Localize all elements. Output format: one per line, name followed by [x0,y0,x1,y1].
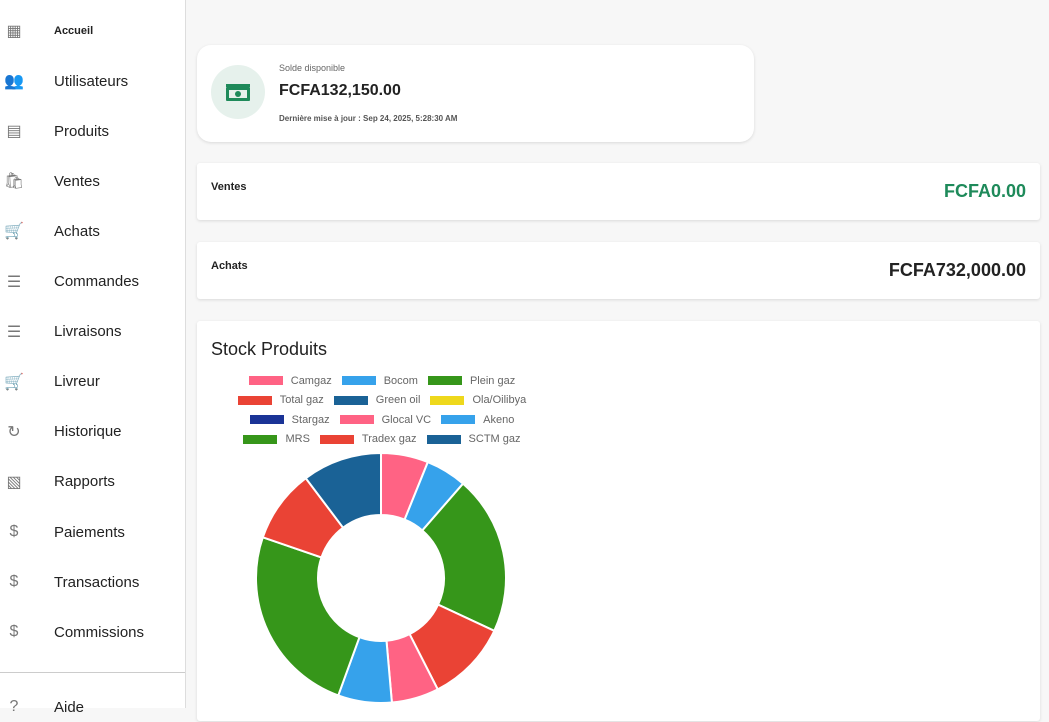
history-icon: ↻ [7,423,21,441]
sidebar-item-label: Aide [54,698,85,716]
report-icon: ▧ [6,473,22,491]
sidebar-item-label: Produits [54,122,110,140]
sidebar-item-achats[interactable]: 🛒 Achats [0,216,185,246]
money-icon [211,65,265,119]
sidebar-item-commissions[interactable]: $ Commissions [0,617,185,647]
shopping-bag-icon: 🛍 [3,173,25,191]
archive-icon: ▤ [6,123,22,141]
sidebar-item-label: Commissions [54,623,145,641]
purchases-label: Achats [211,260,248,272]
sales-amount: FCFA0.00 [943,181,1026,201]
sidebar-item-label: Accueil [54,25,94,37]
slice-mrs[interactable] [255,536,361,697]
sales-label: Ventes [211,181,247,193]
sidebar-item-accueil[interactable]: ▦ Accueil [0,16,185,46]
sidebar-item-label: Utilisateurs [54,72,129,90]
sales-card: Ventes FCFA0.00 [197,163,1040,220]
cart-icon: 🛒 [4,373,24,391]
list-icon: ☰ [6,273,22,291]
sidebar-item-label: Historique [54,423,122,441]
people-icon: 👥 [4,73,24,91]
sidebar-item-transactions[interactable]: $ Transactions [0,567,185,597]
cart-icon: 🛒 [4,223,24,241]
dashboard-icon: ▦ [6,23,22,40]
sidebar-item-label: Transactions [54,573,140,591]
sidebar-item-ventes[interactable]: 🛍 Ventes [0,166,185,196]
help-icon: ? [9,698,19,715]
sidebar-item-commandes[interactable]: ☰ Commandes [0,267,185,297]
sidebar-item-utilisateurs[interactable]: 👥 Utilisateurs [0,66,185,96]
sidebar-item-rapports[interactable]: ▧ Rapports [0,467,185,497]
purchases-amount: FCFA732,000.00 [888,260,1026,280]
sidebar-item-paiements[interactable]: $ Paiements [0,517,185,547]
sidebar-item-produits[interactable]: ▤ Produits [0,116,185,146]
balance-amount: FCFA132,150.00 [279,82,401,99]
list-icon: ☰ [6,323,22,341]
purchases-card: Achats FCFA732,000.00 [197,242,1040,299]
sidebar: ▦ Accueil 👥 Utilisateurs ▤ Produits 🛍 Ventes 🛒 Ac… [0,0,186,716]
sidebar-item-historique[interactable]: ↻ Historique [0,417,185,447]
sidebar-item-livraisons[interactable]: ☰ Livraisons [0,317,185,347]
dollar-icon: $ [9,573,19,591]
sidebar-item-label: Livraisons [54,323,122,341]
last-updated: Dernière mise à jour : Sep 24, 2025, 5:2… [279,114,458,123]
sidebar-item-label: Ventes [54,172,100,190]
sidebar-item-label: Achats [54,222,100,240]
balance-card: Solde disponible FCFA132,150.00 Dernière… [197,45,754,142]
balance-label: Solde disponible [279,63,346,73]
sidebar-item-label: Paiements [54,523,125,541]
sidebar-item-label: Livreur [54,373,100,391]
sidebar-item-aide[interactable]: ? Aide [0,692,185,722]
sidebar-divider [0,672,185,673]
stock-chart-card: Stock Produits Camgaz Bocom Plein gaz Total… [197,321,1040,721]
sidebar-item-livreur[interactable]: 🛒 Livreur [0,367,185,397]
sidebar-item-label: Commandes [54,273,140,290]
dollar-icon: $ [9,623,19,641]
donut-chart [255,451,507,704]
sidebar-item-label: Rapports [54,473,115,491]
dollar-icon: $ [9,523,19,540]
